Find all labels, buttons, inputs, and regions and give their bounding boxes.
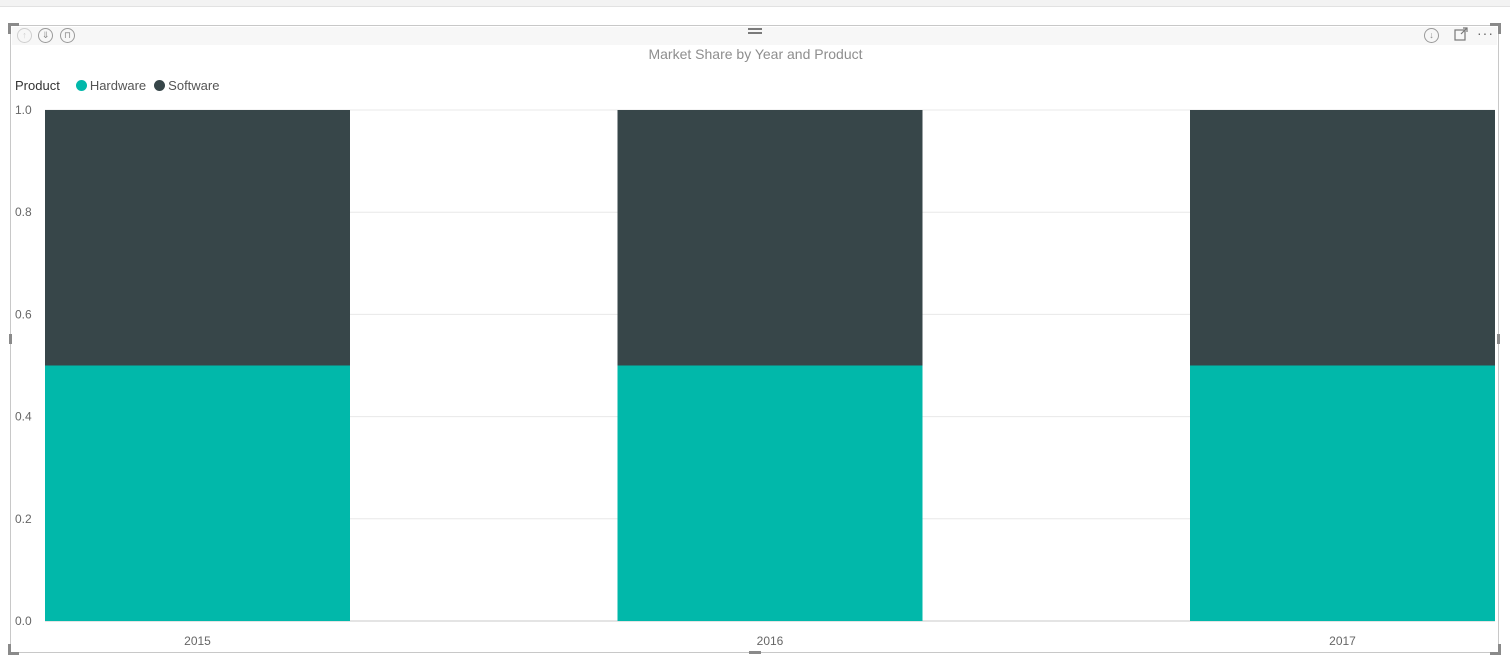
x-tick-label: 2017 [1329, 634, 1356, 648]
chart-plot-area: 0.0 0.2 0.4 0.6 0.8 1.0 2015 2016 2017 [15, 103, 1495, 648]
y-tick-label: 0.2 [15, 512, 32, 526]
bar-hardware-2016 [617, 365, 923, 621]
y-tick-label: 1.0 [15, 103, 32, 117]
x-tick-label: 2016 [757, 634, 784, 648]
top-band [0, 0, 1510, 7]
bar-software-2017 [1190, 110, 1495, 366]
y-tick-label: 0.6 [15, 307, 32, 321]
x-tick-label: 2015 [184, 634, 211, 648]
y-tick-label: 0.8 [15, 205, 32, 219]
bar-hardware-2017 [1190, 365, 1495, 621]
chart-visual-container[interactable]: ↑ ⇓ ⊓ ↓ ··· Market Share by Year and Pro… [8, 23, 1501, 655]
y-tick-label: 0.0 [15, 614, 32, 628]
bar-hardware-2015 [45, 365, 350, 621]
bar-software-2015 [45, 110, 350, 366]
y-tick-label: 0.4 [15, 410, 32, 424]
bar-software-2016 [617, 110, 923, 366]
